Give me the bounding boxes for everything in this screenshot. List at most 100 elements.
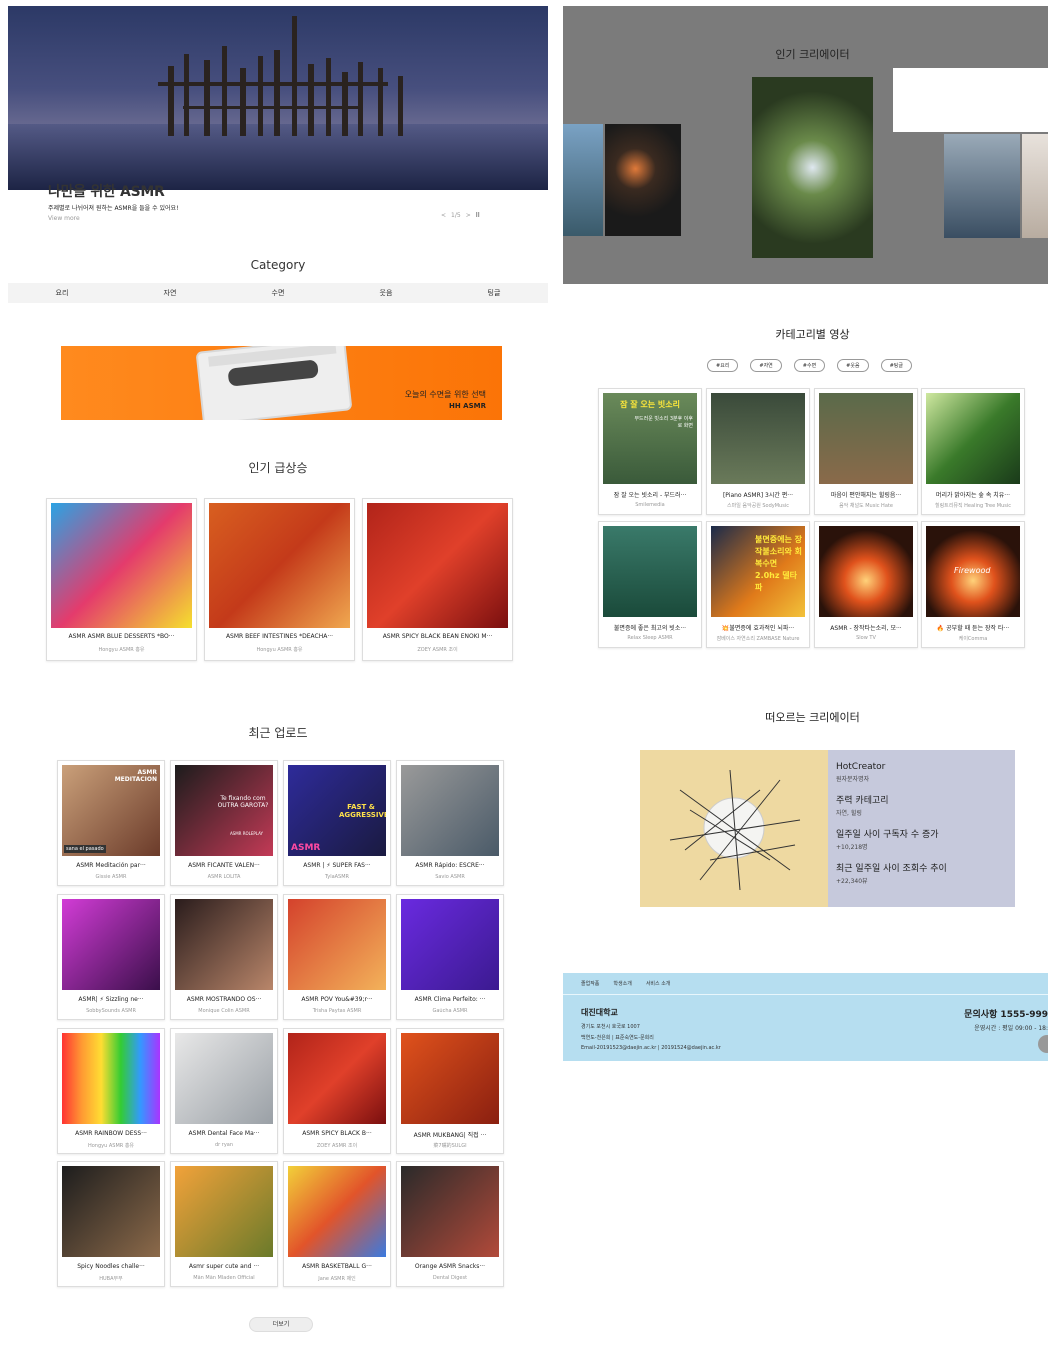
cassette-image — [195, 346, 353, 420]
category-video-card[interactable]: 불면증에 좋은 최고의 빗소··· Relax Sleep ASMR — [598, 521, 702, 648]
category-video-card[interactable]: [Piano ASMR] 3시간 편··· 스마일 음악공원 SodyMusic — [706, 388, 810, 515]
video-thumbnail — [175, 899, 273, 990]
category-title: Category — [250, 258, 306, 272]
hot-creator-card[interactable]: HotCreator 원자분자명자 주력 카테고리 자연, 힐링 일주일 사이 … — [640, 750, 1015, 907]
creator-slide-image[interactable] — [944, 134, 1020, 238]
thumbnail-tag: sana el pasado — [64, 845, 106, 853]
category-item-tingle[interactable]: 팅글 — [488, 288, 501, 298]
chip-laugh[interactable]: #웃음 — [837, 359, 869, 372]
recent-card[interactable]: FAST & AGGRESSIVE ASMR ASMR | ⚡ SUPER FA… — [283, 760, 391, 886]
next-button[interactable]: > — [466, 212, 471, 219]
video-title: ASMR Clima Perfeito: ··· — [414, 996, 486, 1003]
video-title: ASMR POV You&#39;r··· — [301, 996, 373, 1003]
channel-name: Gaúcha ASMR — [432, 1008, 468, 1014]
footer-university: 대진대학교 — [581, 1008, 618, 1017]
hero-banner-image[interactable] — [8, 6, 548, 190]
creator-slide-image[interactable] — [752, 77, 873, 258]
view-trend-value: +22,340뷰 — [836, 878, 868, 885]
creator-slide-image[interactable] — [1022, 134, 1048, 238]
video-thumbnail: 잠 잘 오는 빗소리 부드러운 빗소리 3분후 이후로 화면 — [603, 393, 697, 484]
scroll-top-button[interactable] — [1038, 1035, 1048, 1053]
channel-name: SobbySounds ASMR — [86, 1008, 136, 1014]
prev-button[interactable]: < — [441, 212, 446, 219]
trending-card[interactable]: ASMR BEEF INTESTINES *DEACHA··· Hongyu A… — [204, 498, 355, 661]
recent-card[interactable]: ASMR Dental Face Ma··· dr ryan — [170, 1028, 278, 1154]
video-title: 🔥 공부할 때 듣는 장작 타··· — [936, 625, 1010, 632]
recent-card[interactable]: Asmr super cute and ··· Mắn Mắn Mladen O… — [170, 1161, 278, 1287]
channel-name: Smilemedia — [635, 502, 665, 508]
footer-address: 경기도 포천시 호국로 1007 — [581, 1024, 640, 1030]
category-item-sleep[interactable]: 수면 — [272, 288, 285, 298]
channel-name: Gissie ASMR — [95, 874, 127, 880]
video-thumbnail — [819, 526, 913, 617]
video-thumbnail — [288, 1033, 386, 1124]
category-item-nature[interactable]: 자연 — [164, 288, 177, 298]
thumbnail-overlay-text: Te fixando com OUTRA GAROTA? — [217, 795, 269, 809]
channel-name: 菜7嘴的SULGI — [433, 1143, 467, 1149]
recent-card[interactable]: ASMR MOSTRANDO OS··· Monique Colin ASMR — [170, 894, 278, 1020]
category-bar: 요리 자연 수면 웃음 팅글 — [8, 283, 548, 303]
channel-name: 음악 채널도 Music Hate — [839, 503, 893, 509]
footer-link-students[interactable]: 학생소개 — [613, 980, 631, 987]
chip-cooking[interactable]: #요리 — [707, 359, 739, 372]
footer-link-graduation[interactable]: 졸업작품 — [581, 980, 599, 987]
recent-card[interactable]: Te fixando com OUTRA GAROTA? ASMR ROLEPL… — [170, 760, 278, 886]
category-video-card[interactable]: ASMR - 장작타는소리, 모··· Slow TV — [814, 521, 918, 648]
category-video-card[interactable]: 잠 잘 오는 빗소리 부드러운 빗소리 3분후 이후로 화면 잠 잘 오는 빗소… — [598, 388, 702, 515]
recent-card[interactable]: ASMR MUKBANG| 직접 ··· 菜7嘴的SULGI — [396, 1028, 504, 1154]
video-thumbnail — [401, 765, 499, 856]
recent-card[interactable]: ASMR POV You&#39;r··· Trisha Paytas ASMR — [283, 894, 391, 1020]
recent-card[interactable]: ASMR SPICY BLACK B··· ZOEY ASMR 조이 — [283, 1028, 391, 1154]
video-thumbnail — [401, 899, 499, 990]
channel-name: dr ryan — [214, 1142, 234, 1148]
category-item-cooking[interactable]: 요리 — [56, 288, 69, 298]
recent-card[interactable]: Spicy Noodles challe··· HUBA부부 — [57, 1161, 165, 1287]
category-video-card[interactable]: Firewood 🔥 공부할 때 듣는 장작 타··· 케이Comma — [921, 521, 1025, 648]
footer-divider — [563, 994, 1048, 995]
category-item-laugh[interactable]: 웃음 — [380, 288, 393, 298]
creator-slide-image[interactable] — [563, 124, 603, 236]
chip-nature[interactable]: #자연 — [750, 359, 782, 372]
category-video-card[interactable]: 불면증에는 장작불소리와 회복수면 2.0hz 델타파 💥불면증에 효과적인 뇌… — [706, 521, 810, 648]
video-title: Spicy Noodles challe··· — [77, 1263, 145, 1270]
recent-card[interactable]: Orange ASMR Snacks··· Dental Digest — [396, 1161, 504, 1287]
video-title: Orange ASMR Snacks··· — [414, 1263, 486, 1270]
channel-name: ZOEY ASMR 조이 — [417, 647, 458, 653]
chip-sleep[interactable]: #수면 — [793, 359, 826, 372]
video-thumbnail: ASMR MEDITACION sana el pasado — [62, 765, 160, 856]
recent-title: 최근 업로드 — [248, 726, 308, 740]
chip-tingle[interactable]: #팅글 — [880, 359, 912, 372]
recent-card[interactable]: ASMR| ⚡ Sizzling ne··· SobbySounds ASMR — [57, 894, 165, 1020]
channel-name: Hongyu ASMR 홍유 — [87, 1143, 135, 1149]
creator-info: HotCreator 원자분자명자 주력 카테고리 자연, 힐링 일주일 사이 … — [828, 750, 1015, 907]
footer-link-service[interactable]: 서비스 소개 — [646, 980, 671, 987]
thumbnail-tag: ASMR ROLEPLAY — [229, 831, 263, 836]
video-thumbnail — [288, 899, 386, 990]
footer: 졸업작품 학생소개 서비스 소개 대진대학교 경기도 포천시 호국로 1007 … — [563, 973, 1048, 1061]
video-title: ASMR Rápido: ESCRE··· — [415, 862, 485, 869]
trending-card[interactable]: ASMR SPICY BLACK BEAN ENOKI M··· ZOEY AS… — [362, 498, 513, 661]
video-thumbnail — [51, 503, 192, 628]
promo-banner[interactable]: 오늘의 수면을 위한 선택 HH ASMR — [61, 346, 502, 420]
video-title: 마음이 편안해지는 힐링음··· — [830, 492, 902, 499]
thumbnail-overlay-text: FAST & AGGRESSIVE — [339, 803, 386, 819]
channel-name: ASMR LOLITA — [207, 874, 241, 880]
creator-slide-image[interactable] — [605, 124, 681, 236]
recent-card[interactable]: ASMR Clima Perfeito: ··· Gaúcha ASMR — [396, 894, 504, 1020]
video-thumbnail: Firewood — [926, 526, 1020, 617]
recent-card[interactable]: ASMR Rápido: ESCRE··· Savio ASMR — [396, 760, 504, 886]
recent-card[interactable]: ASMR MEDITACION sana el pasado ASMR Medi… — [57, 760, 165, 886]
category-video-card[interactable]: 머리가 맑아지는 숲 속 치유··· 힐링트리뮤직 Healing Tree M… — [921, 388, 1025, 515]
view-more-link[interactable]: View more — [48, 215, 80, 222]
category-video-card[interactable]: 마음이 편안해지는 힐링음··· 음악 채널도 Music Hate — [814, 388, 918, 515]
pause-icon[interactable]: II — [476, 211, 480, 219]
video-thumbnail — [401, 1166, 499, 1257]
load-more-button[interactable]: 더보기 — [249, 1317, 313, 1332]
thumbnail-overlay-text: ASMR MEDITACION — [114, 769, 157, 783]
trending-card[interactable]: ASMR ASMR BLUE DESSERTS *BO··· Hongyu AS… — [46, 498, 197, 661]
channel-name: Monique Colin ASMR — [198, 1008, 250, 1014]
recent-card[interactable]: ASMR RAINBOW DESS··· Hongyu ASMR 홍유 — [57, 1028, 165, 1154]
thumbnail-overlay-text: Firewood — [954, 566, 991, 575]
video-title: ASMR MUKBANG| 직접 ··· — [413, 1132, 487, 1139]
recent-card[interactable]: ASMR BASKETBALL G··· Jane ASMR 제인 — [283, 1161, 391, 1287]
